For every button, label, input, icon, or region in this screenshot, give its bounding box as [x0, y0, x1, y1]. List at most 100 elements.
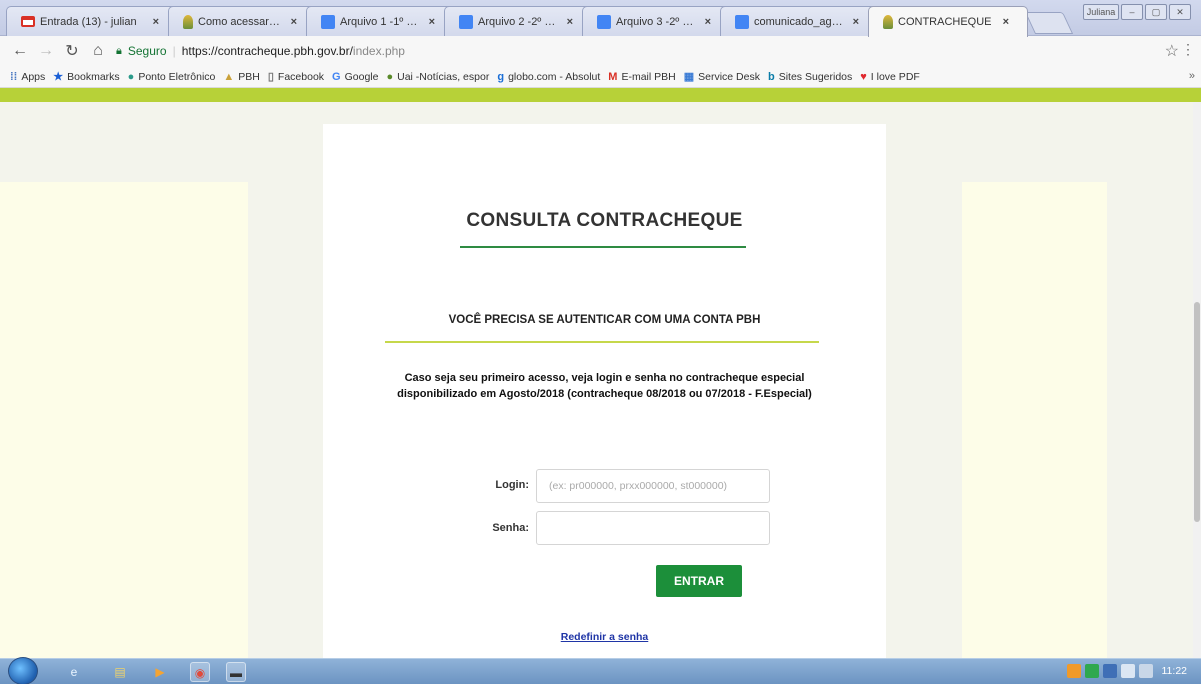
background-panel: [962, 182, 1107, 658]
browser-tab-contracheque[interactable]: CONTRACHEQUE ×: [868, 6, 1028, 37]
bookmark-pbh[interactable]: ▲ PBH: [223, 71, 259, 83]
bookmark-label: Service Desk: [698, 70, 760, 83]
tray-volume-icon[interactable]: [1121, 664, 1135, 678]
notice-line: Caso seja seu primeiro acesso, veja logi…: [404, 372, 805, 384]
bookmark-facebook[interactable]: ▯ Facebook: [267, 70, 324, 84]
browser-tab-como-acessar[interactable]: Como acessar o sist ×: [168, 6, 316, 36]
bookmark-sites-sugeridos[interactable]: b Sites Sugeridos: [768, 71, 852, 83]
first-access-notice: Caso seja seu primeiro acesso, veja logi…: [363, 370, 846, 402]
password-label: Senha:: [492, 522, 529, 534]
url-path: index.php: [352, 44, 405, 58]
browser-tab-arquivo-3[interactable]: Arquivo 3 -2º Pass ×: [582, 6, 730, 36]
bookmark-service-desk[interactable]: ▦ Service Desk: [683, 70, 760, 84]
bookmark-label: Sites Sugeridos: [778, 70, 853, 83]
bing-icon: b: [767, 70, 775, 83]
reload-icon[interactable]: ↻: [64, 41, 80, 61]
more-bookmarks-icon[interactable]: »: [1189, 70, 1195, 82]
tray-flag-icon[interactable]: [1139, 664, 1153, 678]
bookmark-ilovepdf[interactable]: ♥ I love PDF: [860, 71, 920, 83]
google-icon: G: [332, 70, 341, 83]
bookmark-globo[interactable]: g globo.com - Absolut: [497, 71, 600, 83]
tab-label: Arquivo 2 -2º Pass: [478, 15, 558, 28]
start-button-icon[interactable]: [8, 657, 38, 684]
tab-close-icon[interactable]: ×: [291, 16, 297, 28]
bookmark-google[interactable]: G Google: [332, 71, 378, 83]
system-tray: [1067, 664, 1153, 678]
title-underline: [460, 246, 746, 248]
star-icon: ★: [53, 71, 64, 83]
tab-close-icon[interactable]: ×: [153, 16, 159, 28]
tab-close-icon[interactable]: ×: [429, 16, 435, 28]
chrome-icon[interactable]: ◉: [190, 662, 210, 682]
bookmark-uai[interactable]: ● Uai -Notícias, espor: [386, 71, 489, 83]
internet-explorer-icon[interactable]: e: [64, 662, 84, 682]
background-panel: [101, 182, 248, 658]
tray-security-icon[interactable]: [1085, 664, 1099, 678]
gmail-icon: M: [608, 70, 618, 83]
reset-password-link[interactable]: Redefinir a senha: [561, 631, 649, 643]
tab-close-icon[interactable]: ×: [705, 16, 711, 28]
bookmark-label: globo.com - Absolut: [508, 70, 601, 83]
apps-icon: ⁞⁞: [10, 70, 18, 83]
menu-icon[interactable]: ⋮: [1181, 41, 1195, 58]
notice-line: disponibilizado em Agosto/2018 (contrach…: [397, 388, 812, 400]
browser-tab-comunicado[interactable]: comunicado_agend ×: [720, 6, 878, 36]
tab-label: CONTRACHEQUE: [898, 16, 992, 28]
page-scrollbar[interactable]: [1193, 102, 1201, 658]
new-tab-button[interactable]: [1024, 12, 1074, 34]
bookmark-email-pbh[interactable]: M E-mail PBH: [608, 71, 675, 83]
browser-toolbar: ← → ↻ ⌂ 🔒︎ Seguro | https://contracheque…: [0, 36, 1201, 66]
tab-label: Arquivo 1 -1º Pass: [340, 15, 420, 28]
browser-tab-arquivo-1[interactable]: Arquivo 1 -1º Pass ×: [306, 6, 454, 36]
bookmark-ponto-eletronico[interactable]: ● Ponto Eletrônico: [128, 71, 216, 83]
bookmark-bookmarks[interactable]: ★ Bookmarks: [53, 70, 119, 84]
pbh-icon: [183, 14, 193, 29]
tray-app-icon[interactable]: [1067, 664, 1081, 678]
restore-icon[interactable]: ▢: [1145, 4, 1167, 20]
home-icon[interactable]: ⌂: [90, 42, 106, 60]
forward-icon[interactable]: →: [38, 42, 54, 60]
page-content: CONSULTA CONTRACHEQUE VOCÊ PRECISA SE AU…: [0, 102, 1201, 658]
password-input[interactable]: [536, 511, 770, 545]
cmd-icon[interactable]: ▬: [226, 662, 246, 682]
tab-label: Arquivo 3 -2º Pass: [616, 15, 696, 28]
taskbar-clock[interactable]: 11:22: [1162, 665, 1188, 677]
url-host: https://contracheque.pbh.gov.br/: [181, 44, 353, 58]
browser-tab-gmail[interactable]: Entrada (13) - julian ×: [6, 6, 178, 36]
profile-button[interactable]: Juliana: [1083, 4, 1119, 20]
tray-network-icon[interactable]: [1103, 664, 1117, 678]
uai-icon: ●: [386, 70, 394, 83]
docs-icon: [597, 14, 611, 29]
login-input[interactable]: [536, 469, 770, 503]
window-controls: Juliana – ▢ ✕: [1083, 4, 1191, 20]
bookmark-apps[interactable]: ⁞⁞ Apps: [10, 71, 45, 83]
tab-close-icon[interactable]: ×: [1003, 16, 1009, 28]
tab-close-icon[interactable]: ×: [567, 16, 573, 28]
bookmark-label: E-mail PBH: [621, 70, 676, 83]
close-window-icon[interactable]: ✕: [1169, 4, 1191, 20]
file-explorer-icon[interactable]: ▤: [110, 662, 130, 682]
docs-icon: [735, 14, 749, 29]
subtitle-underline: [385, 341, 819, 343]
tab-close-icon[interactable]: ×: [853, 16, 859, 28]
back-icon[interactable]: ←: [12, 42, 28, 60]
page-icon: ▯: [267, 71, 274, 83]
globe-icon: ●: [127, 70, 135, 83]
bookmark-label: I love PDF: [870, 70, 920, 83]
bookmark-label: Uai -Notícias, espor: [397, 70, 490, 83]
heart-icon: ♥: [860, 70, 867, 83]
browser-tab-arquivo-2[interactable]: Arquivo 2 -2º Pass ×: [444, 6, 592, 36]
bookmark-star-icon[interactable]: ☆: [1165, 41, 1179, 61]
reset-password-container: Redefinir a senha: [323, 631, 886, 643]
calendar-icon: ▦: [683, 71, 695, 83]
submit-button[interactable]: ENTRAR: [656, 565, 742, 597]
windows-taskbar: e ▤ ▶ ◉ ▬ 11:22: [0, 657, 1201, 684]
bookmark-label: Google: [344, 70, 379, 83]
media-player-icon[interactable]: ▶: [150, 662, 170, 682]
login-label: Login:: [495, 479, 529, 491]
minimize-icon[interactable]: –: [1121, 4, 1143, 20]
address-bar[interactable]: 🔒︎ Seguro | https://contracheque.pbh.gov…: [116, 40, 1181, 62]
tab-label: Entrada (13) - julian: [40, 15, 137, 28]
scrollbar-thumb[interactable]: [1194, 302, 1200, 522]
docs-icon: [459, 14, 473, 29]
